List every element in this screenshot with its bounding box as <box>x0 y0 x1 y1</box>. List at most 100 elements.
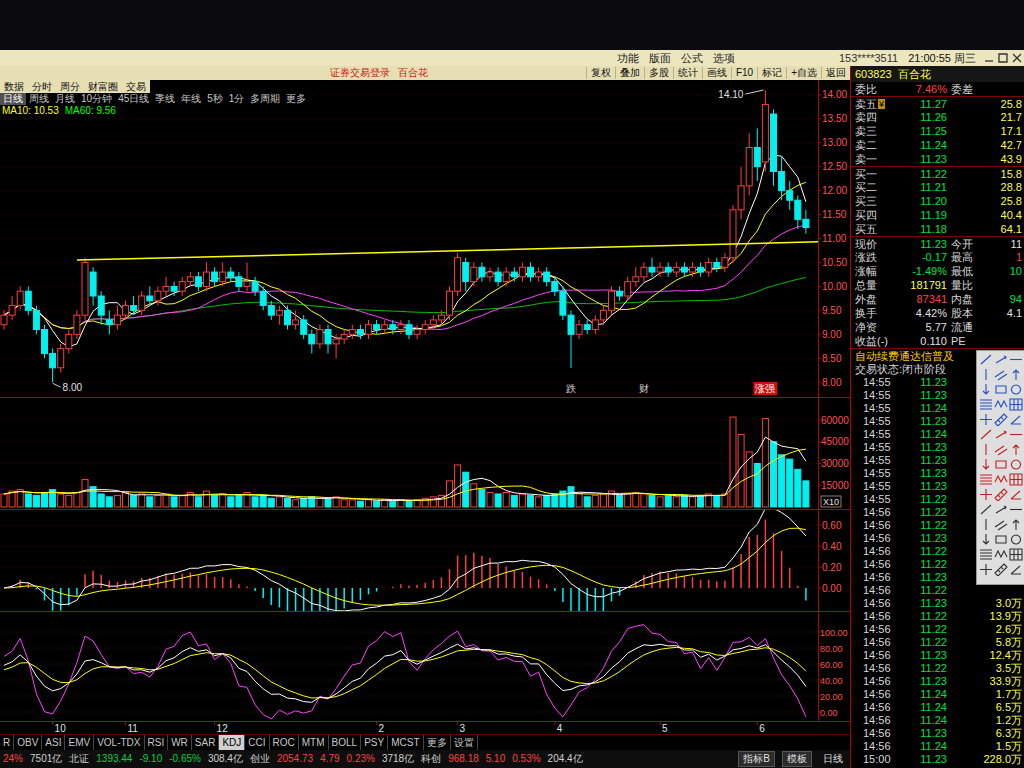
indicator-tab[interactable]: MTM <box>299 735 329 750</box>
parallel-channel-icon[interactable] <box>994 443 1008 456</box>
toolbar-button[interactable]: 返回 <box>821 67 850 79</box>
drawing-tool[interactable] <box>993 367 1008 382</box>
ray-icon[interactable] <box>994 428 1008 441</box>
drawing-tool[interactable] <box>1008 517 1023 532</box>
indicator-tab[interactable]: ASI <box>42 735 65 750</box>
parallel-channel-icon[interactable] <box>994 518 1008 531</box>
drawing-tool[interactable] <box>978 457 993 472</box>
close-icon[interactable] <box>1011 52 1023 64</box>
ray-icon[interactable] <box>994 353 1008 366</box>
trend-line-icon[interactable] <box>979 428 993 441</box>
trend-line-icon[interactable] <box>979 353 993 366</box>
toolbar-button[interactable]: 叠加 <box>615 67 644 79</box>
wave-icon[interactable] <box>994 473 1008 486</box>
cross-icon[interactable] <box>979 563 993 576</box>
indicator-tab[interactable]: SAR <box>192 735 220 750</box>
drawing-tool[interactable] <box>978 547 993 562</box>
drawing-tool[interactable] <box>978 472 993 487</box>
drawing-tool[interactable] <box>993 427 1008 442</box>
drawing-tool[interactable] <box>993 562 1008 577</box>
status-button[interactable]: 模板 <box>782 751 812 767</box>
drawing-tool[interactable] <box>1008 367 1023 382</box>
ray-icon[interactable] <box>994 503 1008 516</box>
vertical-line-icon[interactable] <box>979 443 993 456</box>
circle-icon[interactable] <box>1009 533 1023 546</box>
toolbar-button[interactable]: 标记 <box>757 67 786 79</box>
drawing-tool[interactable] <box>993 397 1008 412</box>
trend-line-icon[interactable] <box>979 503 993 516</box>
angle-icon[interactable] <box>1009 488 1023 501</box>
minimize-icon[interactable] <box>983 52 995 64</box>
drawing-tool[interactable] <box>1008 487 1023 502</box>
drawing-tool[interactable] <box>978 517 993 532</box>
toolbar-button[interactable]: F10 <box>731 67 757 79</box>
drawing-tool[interactable] <box>978 427 993 442</box>
indicator-tab[interactable]: 更多 <box>424 735 451 750</box>
drawing-tool[interactable] <box>978 397 993 412</box>
down-arrow-icon[interactable] <box>979 458 993 471</box>
nav-tab[interactable]: 交易 <box>122 80 150 93</box>
menu-item[interactable]: 公式 <box>676 50 708 66</box>
angle-icon[interactable] <box>1009 413 1023 426</box>
toolbar-button[interactable]: 复权 <box>586 67 615 79</box>
drawing-tool[interactable] <box>993 352 1008 367</box>
period-tab[interactable]: 日线 <box>0 93 26 105</box>
cross-icon[interactable] <box>979 488 993 501</box>
toolbar-button[interactable]: 多股 <box>644 67 673 79</box>
nav-tab[interactable]: 周分 <box>56 80 84 93</box>
grid-icon[interactable] <box>1009 473 1023 486</box>
angle-icon[interactable] <box>1009 563 1023 576</box>
grid-icon[interactable] <box>1009 398 1023 411</box>
menu-item[interactable]: 选项 <box>708 50 740 66</box>
fibonacci-icon[interactable] <box>979 398 993 411</box>
rectangle-icon[interactable] <box>994 383 1008 396</box>
drawing-tool[interactable] <box>993 502 1008 517</box>
period-tab[interactable]: 月线 <box>52 93 78 105</box>
circle-icon[interactable] <box>1009 383 1023 396</box>
toolbar-button[interactable]: +自选 <box>786 67 821 79</box>
period-tab[interactable]: 45日线 <box>115 93 152 105</box>
drawing-tool[interactable] <box>993 547 1008 562</box>
indicator-tab[interactable]: PSY <box>361 735 388 750</box>
drawing-tool[interactable] <box>993 442 1008 457</box>
event-marker[interactable]: 跌 <box>566 383 576 394</box>
vertical-line-icon[interactable] <box>979 368 993 381</box>
trend-line[interactable] <box>77 242 818 260</box>
vertical-line-icon[interactable] <box>979 518 993 531</box>
drawing-tool[interactable] <box>1008 412 1023 427</box>
drawing-tool[interactable] <box>1008 562 1023 577</box>
drawing-tool[interactable] <box>1008 427 1023 442</box>
cross-icon[interactable] <box>979 413 993 426</box>
menu-item[interactable]: 版面 <box>644 50 676 66</box>
period-indicator[interactable]: 日线 <box>819 752 847 766</box>
drawing-tool[interactable] <box>1008 382 1023 397</box>
maximize-icon[interactable] <box>997 52 1009 64</box>
drawing-tool[interactable] <box>993 382 1008 397</box>
period-tab[interactable]: 10分钟 <box>78 93 115 105</box>
drawing-tool[interactable] <box>978 442 993 457</box>
ruler-icon[interactable] <box>994 488 1008 501</box>
indicator-tab[interactable]: ROC <box>270 735 299 750</box>
drawing-tool[interactable] <box>978 562 993 577</box>
drawing-tool[interactable] <box>978 352 993 367</box>
period-tab[interactable]: 更多 <box>283 93 309 105</box>
toolbar-button[interactable]: 统计 <box>673 67 702 79</box>
status-button[interactable]: 指标B <box>738 751 775 767</box>
toolbar-button[interactable]: 画线 <box>702 67 731 79</box>
drawing-tool[interactable] <box>1008 472 1023 487</box>
parallel-channel-icon[interactable] <box>994 368 1008 381</box>
event-marker[interactable]: 财 <box>639 383 649 394</box>
down-arrow-icon[interactable] <box>979 383 993 396</box>
indicator-tab[interactable]: RSI <box>145 735 169 750</box>
menu-item[interactable]: 功能 <box>612 50 644 66</box>
horizontal-line-icon[interactable] <box>1009 503 1023 516</box>
indicator-tab[interactable]: EMV <box>65 735 94 750</box>
nav-tab[interactable]: 财富圈 <box>84 80 122 93</box>
nav-tab[interactable]: 分时 <box>28 80 56 93</box>
wave-icon[interactable] <box>994 398 1008 411</box>
drawing-tool[interactable] <box>978 367 993 382</box>
period-tab[interactable]: 周线 <box>26 93 52 105</box>
up-arrow-icon[interactable] <box>1009 368 1023 381</box>
indicator-tab[interactable]: R <box>0 735 14 750</box>
period-tab[interactable]: 年线 <box>178 93 204 105</box>
